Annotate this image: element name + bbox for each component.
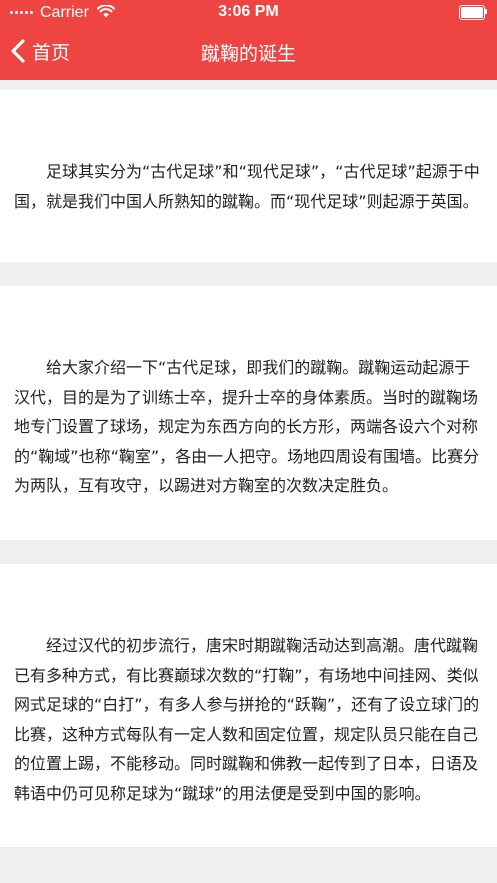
- nav-bar: 首页 蹴鞠的诞生: [0, 26, 497, 80]
- battery-icon: [459, 5, 487, 20]
- content-card-2: 给大家介绍一下“古代足球，即我们的蹴鞠。蹴鞠运动起源于汉代，目的是为了训练士卒，…: [0, 286, 497, 540]
- paragraph-3: 经过汉代的初步流行，唐宋时期蹴鞠活动达到高潮。唐代蹴鞠已有多种方式，有比赛巅球次…: [14, 636, 480, 803]
- paragraph-1: 足球其实分为“古代足球”和“现代足球”，“古代足球”起源于中国，就是我们中国人所…: [14, 162, 480, 211]
- content-card-3: 经过汉代的初步流行，唐宋时期蹴鞠活动达到高潮。唐代蹴鞠已有多种方式，有比赛巅球次…: [0, 564, 497, 847]
- battery-level: [461, 7, 483, 18]
- content-card-1: 足球其实分为“古代足球”和“现代足球”，“古代足球”起源于中国，就是我们中国人所…: [0, 90, 497, 262]
- paragraph-2: 给大家介绍一下“古代足球，即我们的蹴鞠。蹴鞠运动起源于汉代，目的是为了训练士卒，…: [14, 358, 480, 495]
- header: Carrier 3:06 PM 首页 蹴鞠的诞生: [0, 0, 497, 80]
- status-time: 3:06 PM: [218, 3, 279, 20]
- page-title: 蹴鞠的诞生: [200, 43, 296, 65]
- status-bar: Carrier 3:06 PM: [0, 0, 497, 26]
